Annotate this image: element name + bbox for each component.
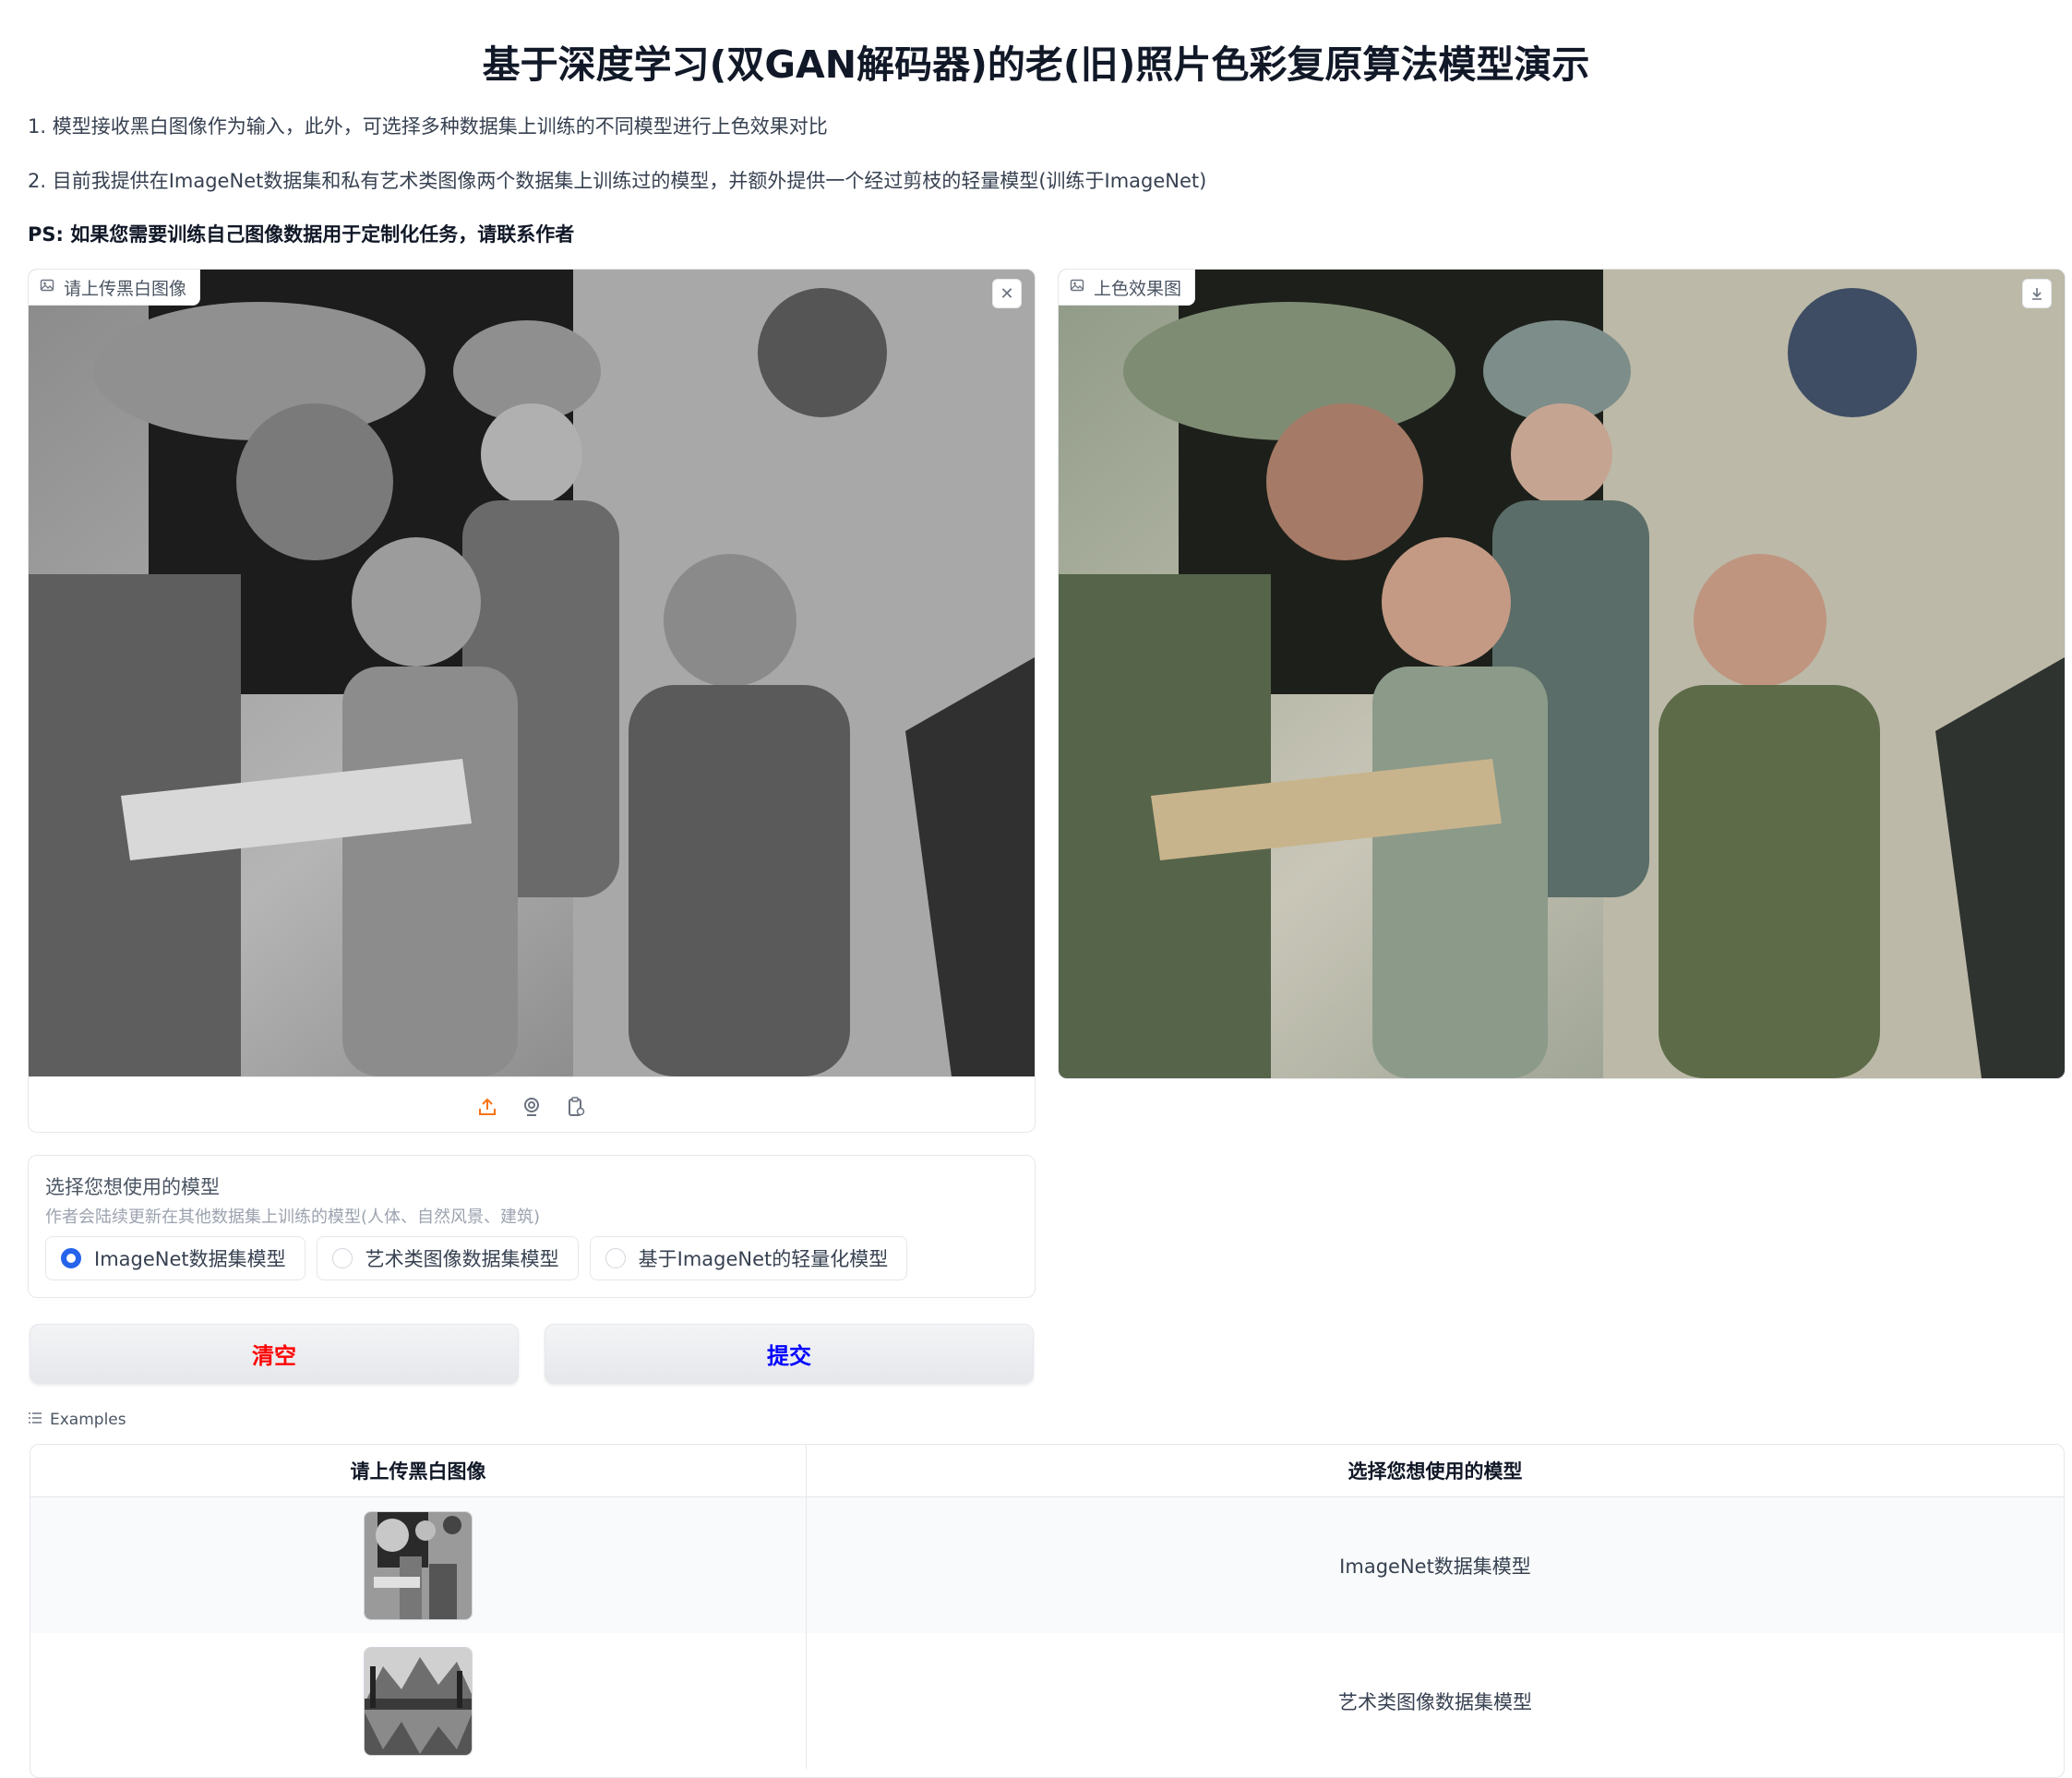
output-panel-label-text: 上色效果图 (1094, 278, 1182, 299)
example-thumbnail-landscape[interactable] (364, 1646, 473, 1756)
ps-text: 如果您需要训练自己图像数据用于定制化任务，请联系作者 (70, 223, 575, 246)
radio-label: ImageNet数据集模型 (94, 1248, 286, 1270)
example-image-cell (30, 1497, 807, 1633)
radio-label: 艺术类图像数据集模型 (365, 1248, 559, 1270)
clear-button[interactable]: 清空 (30, 1324, 519, 1384)
model-selector-info: 作者会陆续更新在其他数据集上训练的模型(人体、自然风景、建筑) (45, 1207, 541, 1227)
radio-dot-selected[interactable] (61, 1248, 81, 1268)
example-model-cell: 艺术类图像数据集模型 (1338, 1690, 1532, 1713)
image-source-bar (29, 1076, 1035, 1132)
input-image-panel[interactable]: 请上传黑白图像 ✕ (28, 269, 1036, 1133)
radio-lightweight[interactable]: 基于ImageNet的轻量化模型 (589, 1236, 908, 1280)
image-icon (1070, 277, 1084, 297)
column-header: 选择您想使用的模型 (1347, 1460, 1523, 1483)
close-icon[interactable]: ✕ (992, 279, 1022, 308)
clipboard-icon[interactable] (563, 1094, 589, 1120)
example-model-cell: ImageNet数据集模型 (1339, 1555, 1531, 1578)
model-radio-group: ImageNet数据集模型 艺术类图像数据集模型 基于ImageNet的轻量化模… (45, 1236, 908, 1280)
output-image-panel: 上色效果图 (1058, 269, 2066, 1079)
description-line-1: 1. 模型接收黑白图像作为输入，此外，可选择多种数据集上训练的不同模型进行上色效… (28, 115, 828, 138)
submit-button[interactable]: 提交 (545, 1324, 1034, 1384)
example-image-cell (30, 1633, 807, 1769)
ps-label: PS: (28, 223, 64, 246)
input-panel-label-text: 请上传黑白图像 (64, 278, 187, 299)
examples-header: Examples (28, 1411, 126, 1429)
grayscale-input-photo (29, 270, 1035, 1076)
radio-dot[interactable] (605, 1248, 626, 1268)
ps-note: PS: 如果您需要训练自己图像数据用于定制化任务，请联系作者 (28, 220, 574, 247)
table-row[interactable]: ImageNet数据集模型 (30, 1497, 2064, 1633)
examples-table-header: 请上传黑白图像 选择您想使用的模型 (30, 1445, 2064, 1497)
radio-label: 基于ImageNet的轻量化模型 (638, 1248, 889, 1270)
description-line-2: 2. 目前我提供在ImageNet数据集和私有艺术类图像两个数据集上训练过的模型… (28, 170, 1207, 192)
table-row[interactable]: 艺术类图像数据集模型 (30, 1633, 2064, 1769)
radio-dot[interactable] (331, 1248, 353, 1268)
model-selector: 选择您想使用的模型 作者会陆续更新在其他数据集上训练的模型(人体、自然风景、建筑… (28, 1155, 1036, 1298)
webcam-icon[interactable] (519, 1094, 545, 1120)
examples-table: 请上传黑白图像 选择您想使用的模型 ImageNet数据集模型 艺术类图像数据集… (30, 1444, 2065, 1778)
model-selector-label: 选择您想使用的模型 (45, 1176, 220, 1198)
radio-art[interactable]: 艺术类图像数据集模型 (316, 1236, 579, 1280)
column-header: 请上传黑白图像 (30, 1445, 807, 1496)
input-panel-label: 请上传黑白图像 (29, 270, 201, 306)
image-icon (40, 277, 54, 297)
radio-imagenet[interactable]: ImageNet数据集模型 (45, 1236, 305, 1280)
output-panel-label: 上色效果图 (1059, 270, 1196, 306)
examples-label: Examples (50, 1411, 126, 1429)
example-thumbnail-soldiers[interactable] (364, 1510, 473, 1620)
download-icon[interactable] (2022, 279, 2052, 308)
page-title: 基于深度学习(双GAN解码器)的老(旧)照片色彩复原算法模型演示 (482, 42, 1590, 87)
upload-icon[interactable] (474, 1094, 500, 1120)
list-icon (28, 1411, 42, 1429)
colorized-output-photo (1059, 270, 2065, 1078)
